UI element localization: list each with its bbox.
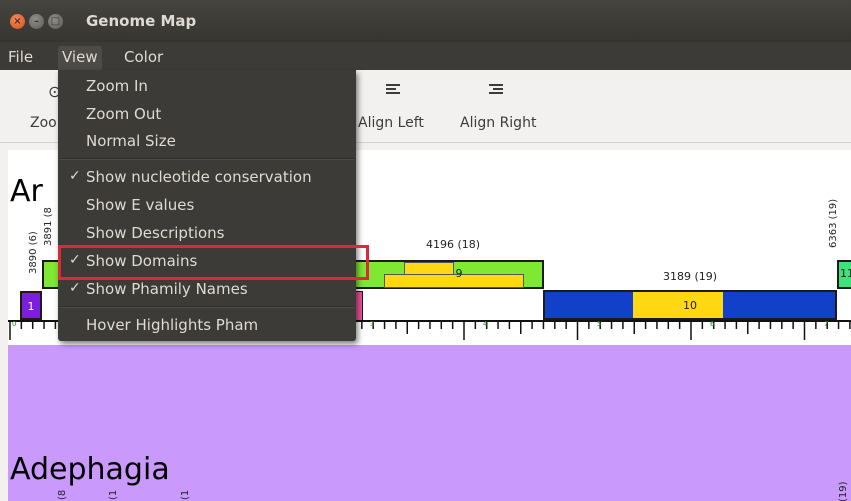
menu-item-show-descriptions[interactable]: Show Descriptions	[58, 219, 356, 247]
close-window-button[interactable]: ×	[10, 14, 25, 29]
pham-number: 11	[840, 267, 851, 280]
minimize-icon: –	[34, 16, 39, 27]
ruler-mark: 7	[824, 320, 829, 328]
gene-vertical-label: 3890 (6)	[28, 231, 39, 274]
gene-label: 3189 (19)	[663, 270, 718, 283]
menu-item-zoom-in[interactable]: Zoom In	[58, 72, 356, 100]
gene-box[interactable]: 1	[20, 291, 42, 320]
title-bar: × – □ Genome Map	[0, 0, 851, 42]
menu-separator	[60, 158, 354, 160]
gene-box[interactable]: 11	[837, 260, 851, 289]
menu-item-zoom-out[interactable]: Zoom Out	[58, 100, 356, 128]
genome-name: Adephagia	[10, 452, 170, 487]
menu-item-show-nucleotide-conservation[interactable]: ✓ Show nucleotide conservation	[58, 163, 356, 191]
align-left-button[interactable]: Align Left	[358, 115, 424, 131]
maximize-window-button[interactable]: □	[48, 14, 63, 29]
window-title: Genome Map	[86, 12, 197, 30]
zoom-button-label[interactable]: Zoo	[30, 115, 57, 131]
align-right-icon[interactable]	[487, 82, 503, 101]
ruler-mark: 6	[710, 320, 715, 328]
ruler-mark: 5	[597, 320, 602, 328]
align-right-button[interactable]: Align Right	[460, 115, 536, 131]
gene-vertical-label: 3891 (8	[43, 207, 54, 246]
ruler-mark: 4	[483, 320, 488, 328]
gene-vertical-label: (8	[57, 489, 68, 500]
ruler-mark: 3	[370, 320, 375, 328]
menu-item-hover-highlights-pham[interactable]: Hover Highlights Pham	[58, 311, 356, 339]
menu-separator	[60, 306, 354, 308]
align-left-icon[interactable]	[386, 82, 402, 101]
gene-vertical-label: (19)	[838, 481, 849, 501]
gene-box[interactable]	[355, 291, 363, 322]
gene-label: 4196 (18)	[426, 238, 481, 251]
minimize-window-button[interactable]: –	[29, 14, 44, 29]
ruler-mark: 0	[12, 320, 17, 328]
pham-number: 9	[455, 267, 463, 280]
gene-box[interactable]: 10	[543, 290, 837, 320]
menu-file[interactable]: File	[4, 46, 37, 70]
gene-box[interactable]: 9	[354, 260, 544, 289]
gene-vertical-label: 6363 (19)	[828, 198, 839, 248]
close-icon: ×	[13, 16, 22, 27]
check-icon: ✓	[69, 280, 81, 296]
pham-number: 10	[683, 299, 697, 312]
menu-bar: File View Color	[0, 42, 851, 70]
gene-vertical-label: (1	[108, 489, 119, 500]
pham-number: 1	[27, 300, 35, 313]
menu-item-show-e-values[interactable]: Show E values	[58, 191, 356, 219]
highlight-annotation	[58, 245, 369, 280]
maximize-icon: □	[50, 16, 61, 27]
view-menu-dropdown: Zoom In Zoom Out Normal Size ✓ Show nucl…	[58, 70, 356, 341]
menu-color[interactable]: Color	[120, 46, 167, 70]
menu-view[interactable]: View	[58, 46, 102, 70]
menu-item-normal-size[interactable]: Normal Size	[58, 127, 356, 155]
gene-vertical-label: (1	[180, 489, 191, 500]
check-icon: ✓	[69, 168, 81, 184]
genome-name: Ar	[10, 174, 43, 209]
